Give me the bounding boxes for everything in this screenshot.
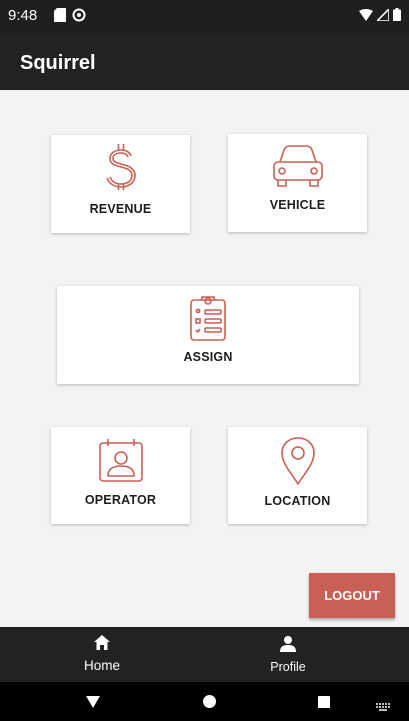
clipboard-icon (189, 295, 227, 341)
logout-button[interactable]: LOGOUT (309, 573, 395, 618)
sd-card-icon (54, 8, 66, 27)
nav-home-label: Home (83, 658, 120, 673)
operator-label: OPERATOR (84, 493, 157, 507)
operator-badge-icon (98, 437, 144, 483)
home-icon (94, 635, 110, 655)
status-time: 9:48 (8, 7, 38, 24)
revenue-label: REVENUE (89, 202, 152, 216)
system-navigation-bar (0, 682, 409, 721)
sync-icon (72, 8, 86, 27)
battery-icon (393, 8, 401, 26)
location-card[interactable]: LOCATION (228, 427, 367, 524)
nav-profile[interactable]: Profile (186, 627, 390, 682)
signal-icon (375, 7, 390, 26)
wifi-icon (359, 8, 373, 26)
bottom-navigation: Home Profile (0, 627, 409, 682)
status-bar: 9:48 (0, 0, 409, 34)
app-title: Squirrel (20, 52, 96, 74)
dollar-icon (105, 143, 136, 191)
keyboard-icon[interactable] (376, 698, 390, 716)
revenue-card[interactable]: REVENUE (51, 135, 190, 233)
car-icon (272, 144, 324, 188)
nav-home[interactable]: Home (0, 627, 204, 682)
operator-card[interactable]: OPERATOR (51, 427, 190, 524)
nav-profile-label: Profile (270, 660, 306, 674)
location-pin-icon (280, 436, 316, 486)
vehicle-label: VEHICLE (269, 198, 326, 212)
app-bar: Squirrel (0, 34, 409, 90)
assign-card[interactable]: ASSIGN (57, 286, 359, 384)
vehicle-card[interactable]: VEHICLE (228, 134, 367, 232)
home-circle-icon[interactable] (203, 695, 216, 713)
back-icon[interactable] (86, 695, 100, 713)
recents-icon[interactable] (318, 695, 330, 713)
location-label: LOCATION (264, 494, 331, 508)
person-icon (280, 636, 296, 657)
assign-label: ASSIGN (183, 350, 233, 364)
